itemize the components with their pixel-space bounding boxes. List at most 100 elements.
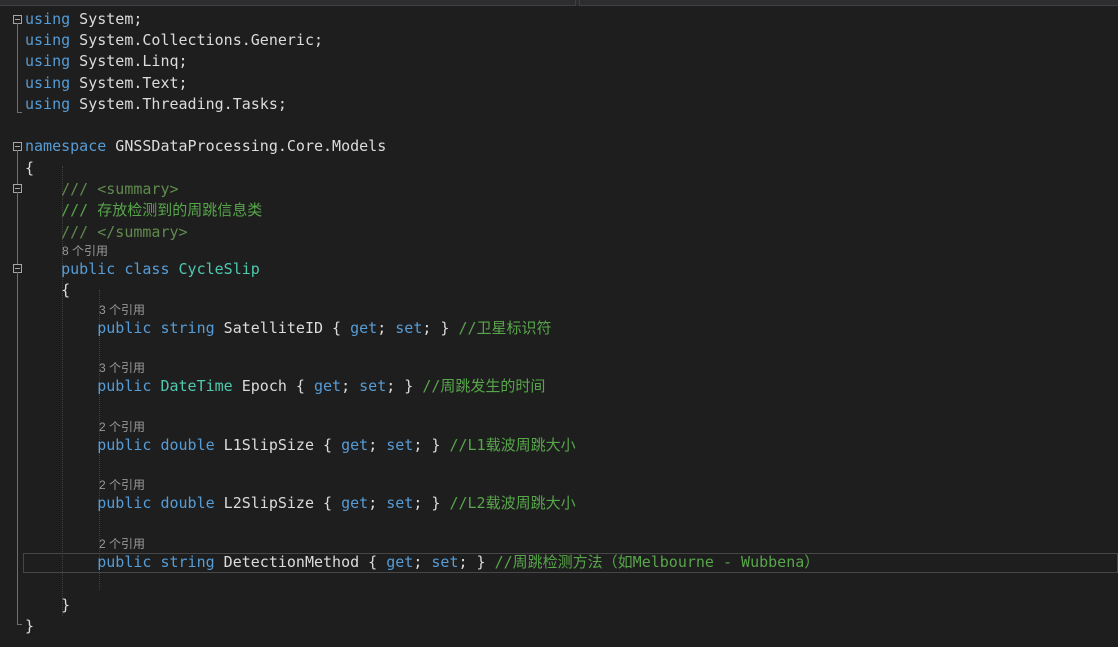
code-token: { [25,159,35,177]
code-token: DetectionMethod { [214,553,387,571]
code-token: using [25,10,71,28]
member-dropdown[interactable] [579,0,1118,6]
codelens-references[interactable]: 8 个引用 [62,241,108,261]
code-token: //周跳发生的时间 [422,377,546,395]
code-line[interactable]: { [25,280,70,300]
codelens-references[interactable]: 2 个引用 [99,534,145,554]
code-token: CycleSlip [178,260,260,278]
codelens-references[interactable]: 2 个引用 [99,417,145,437]
code-token: ; } [458,553,495,571]
code-line[interactable]: } [25,616,34,636]
code-token: double [160,494,215,512]
code-line[interactable]: public double L1SlipSize { get; set; } /… [25,435,576,455]
code-token: System.Text; [70,74,188,92]
code-token: using [25,95,71,113]
code-token: namespace [25,137,107,155]
code-line[interactable]: public DateTime Epoch { get; set; } //周跳… [25,376,545,396]
codelens-references[interactable]: 3 个引用 [99,358,145,378]
code-line[interactable]: using System.Text; [25,73,188,93]
code-line[interactable]: } [25,595,70,615]
code-token: public [61,260,116,278]
class-outline [17,272,18,602]
code-token: /// 存放检测到的周跳信息类 [61,201,263,219]
code-token: set [386,494,414,512]
code-token: System.Threading.Tasks; [70,95,287,113]
code-token: using [25,52,71,70]
code-token: ; } [386,377,423,395]
codelens-references[interactable]: 3 个引用 [99,300,145,320]
code-token: get [350,319,378,337]
code-token: get [341,436,369,454]
code-token: ; } [422,319,459,337]
code-token: ; [368,494,387,512]
code-line[interactable]: namespace GNSSDataProcessing.Core.Models [25,136,386,156]
code-token: /// <summary> [61,180,179,198]
code-token: System.Collections.Generic; [70,31,324,49]
code-token: //卫星标识符 [458,319,552,337]
code-token: get [386,553,414,571]
code-token: public [97,494,152,512]
navigation-bar [0,0,1118,6]
code-token: L1SlipSize { [214,436,342,454]
code-token: DateTime [160,377,233,395]
code-token: ; } [413,436,450,454]
code-token: ; } [413,494,450,512]
code-token: set [395,319,423,337]
code-token: set [431,553,459,571]
code-token: SatelliteID { [214,319,351,337]
code-line[interactable]: using System.Linq; [25,51,188,71]
code-line[interactable]: using System; [25,9,142,29]
code-line[interactable]: /// 存放检测到的周跳信息类 [25,200,262,220]
code-line[interactable]: public double L2SlipSize { get; set; } /… [25,493,576,513]
code-token: string [160,319,215,337]
code-line[interactable]: using System.Collections.Generic; [25,30,323,50]
code-token: //L2载波周跳大小 [449,494,576,512]
code-token: //周跳检测方法（如Melbourne - Wubbena） [494,553,820,571]
code-token: } [25,596,71,614]
code-line[interactable]: using System.Threading.Tasks; [25,94,287,114]
code-token: public [97,436,152,454]
namespace-outline-end [17,624,22,625]
code-token: public [97,319,152,337]
code-token: GNSSDataProcessing.Core.Models [106,137,387,155]
code-line[interactable]: /// </summary> [25,222,187,242]
using-outline [17,23,18,112]
using-outline-end [17,112,22,113]
code-token: set [359,377,387,395]
code-token: System.Linq; [70,52,188,70]
codelens-references[interactable]: 2 个引用 [99,475,145,495]
code-line[interactable]: public string SatelliteID { get; set; } … [25,318,552,338]
code-token: public [97,553,152,571]
code-token: get [314,377,342,395]
code-token: set [386,436,414,454]
code-token: get [341,494,369,512]
code-line[interactable]: { [25,158,34,178]
code-token: } [25,617,35,635]
code-token: //L1载波周跳大小 [449,436,576,454]
code-editor[interactable]: using System; using System.Collections.G… [0,8,1118,647]
code-token: double [160,436,215,454]
code-token: string [160,553,215,571]
type-dropdown[interactable] [0,0,576,6]
code-line[interactable]: public string DetectionMethod { get; set… [25,552,819,572]
code-token: class [124,260,170,278]
code-token: ; [341,377,360,395]
code-line[interactable]: public class CycleSlip [25,259,260,279]
code-token: using [25,74,71,92]
code-token: public [97,377,152,395]
code-token: ; [413,553,432,571]
code-token: using [25,31,71,49]
code-token: { [25,281,71,299]
code-line[interactable]: /// <summary> [25,179,179,199]
